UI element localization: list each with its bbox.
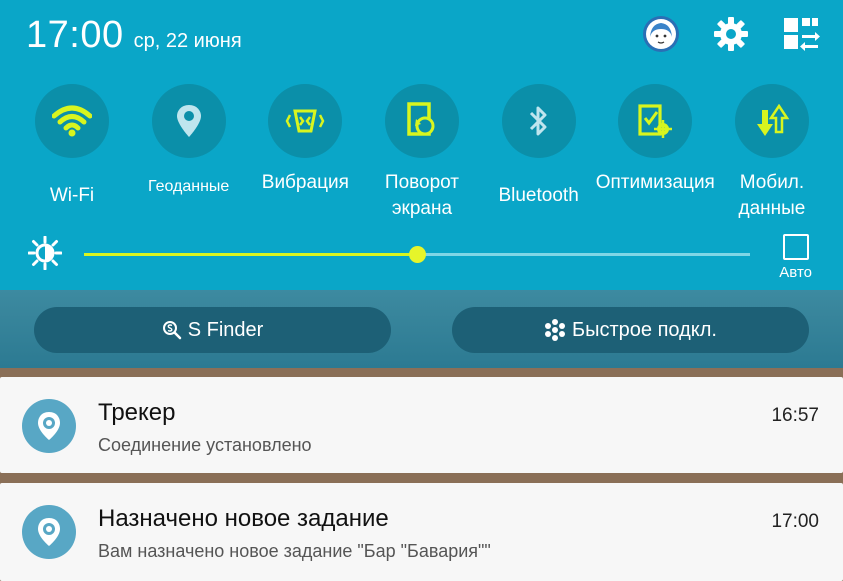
action-strip: S Finder Быстрое подкл. bbox=[0, 290, 843, 368]
auto-brightness-label: Авто bbox=[779, 264, 812, 281]
toggle-location-circle[interactable] bbox=[151, 84, 226, 158]
grid-edit-icon[interactable] bbox=[781, 14, 821, 54]
notification-title: Трекер bbox=[98, 399, 176, 426]
brightness-fill bbox=[84, 253, 417, 256]
quick-panel: 17:00 ср, 22 июня Wi-Fi Геоданные Вибрац… bbox=[0, 0, 843, 290]
toggle-mobile-data-circle[interactable] bbox=[734, 84, 809, 158]
toggle-bluetooth-label: Bluetooth bbox=[498, 185, 579, 206]
status-bar: 17:00 ср, 22 июня bbox=[26, 14, 242, 57]
brightness-row: Авто bbox=[28, 232, 818, 281]
toggle-rotate-label: Поворот экрана bbox=[384, 172, 460, 219]
notification-card[interactable]: Трекер 16:57 Соединение установлено bbox=[0, 377, 843, 473]
auto-brightness[interactable]: Авто bbox=[779, 234, 812, 281]
notification-body: Вам назначено новое задание "Бар "Бавари… bbox=[98, 541, 491, 561]
toggle-location[interactable]: Геоданные bbox=[139, 84, 239, 222]
avatar-icon[interactable] bbox=[641, 14, 681, 54]
toggle-bluetooth[interactable]: Bluetooth bbox=[489, 84, 589, 222]
date: ср, 22 июня bbox=[133, 30, 242, 52]
toggle-rotate[interactable]: Поворот экрана bbox=[372, 84, 472, 222]
notification-time: 16:57 bbox=[771, 405, 819, 426]
wifi-icon bbox=[52, 105, 92, 137]
notification-body: Соединение установлено bbox=[98, 435, 312, 455]
quick-connect-label: Быстрое подкл. bbox=[572, 318, 717, 341]
quick-connect-button[interactable]: Быстрое подкл. bbox=[452, 307, 809, 353]
bluetooth-icon bbox=[529, 106, 547, 136]
rotate-icon bbox=[407, 102, 435, 136]
toggle-wifi-label: Wi-Fi bbox=[49, 185, 95, 206]
toggle-rotate-circle[interactable] bbox=[384, 84, 459, 158]
auto-brightness-checkbox[interactable] bbox=[782, 234, 809, 260]
s-finder-button[interactable]: S Finder bbox=[34, 307, 391, 353]
toggle-optimize-label: Оптимизация bbox=[595, 172, 715, 193]
toggle-optimize[interactable]: Оптимизация bbox=[595, 84, 715, 222]
toggle-vibrate[interactable]: Вибрация bbox=[255, 84, 355, 222]
toggle-wifi-circle[interactable] bbox=[35, 84, 109, 158]
toggle-vibrate-label: Вибрация bbox=[261, 172, 349, 193]
toggle-mobile-data-label: Мобил. данные bbox=[738, 172, 806, 219]
brightness-knob[interactable] bbox=[409, 246, 426, 263]
s-finder-label: S Finder bbox=[187, 318, 264, 341]
quick-connect-icon bbox=[545, 319, 565, 341]
vibrate-icon bbox=[285, 109, 325, 133]
toggle-location-label: Геоданные bbox=[147, 178, 230, 195]
tracker-app-icon bbox=[22, 399, 76, 453]
location-icon bbox=[176, 105, 201, 137]
optimize-icon bbox=[638, 104, 673, 138]
toggle-optimize-circle[interactable] bbox=[618, 84, 693, 158]
s-finder-icon bbox=[162, 321, 181, 340]
notification-time: 17:00 bbox=[771, 511, 819, 532]
toggle-bluetooth-circle[interactable] bbox=[501, 84, 576, 158]
mobile-data-icon bbox=[756, 104, 790, 136]
brightness-slider[interactable] bbox=[84, 246, 750, 263]
notification-title: Назначено новое задание bbox=[98, 505, 389, 532]
toggle-mobile-data[interactable]: Мобил. данные bbox=[722, 84, 822, 222]
notification-card[interactable]: Назначено новое задание 17:00 Вам назнач… bbox=[0, 483, 843, 581]
header-icons bbox=[641, 14, 821, 54]
gear-icon[interactable] bbox=[711, 14, 751, 54]
clock: 17:00 bbox=[26, 14, 124, 56]
brightness-icon bbox=[28, 236, 62, 270]
tracker-app-icon bbox=[22, 505, 76, 559]
quick-settings: Wi-Fi Геоданные Вибрация Поворот экрана … bbox=[22, 84, 822, 222]
toggle-wifi[interactable]: Wi-Fi bbox=[22, 84, 122, 222]
toggle-vibrate-circle[interactable] bbox=[268, 84, 343, 158]
